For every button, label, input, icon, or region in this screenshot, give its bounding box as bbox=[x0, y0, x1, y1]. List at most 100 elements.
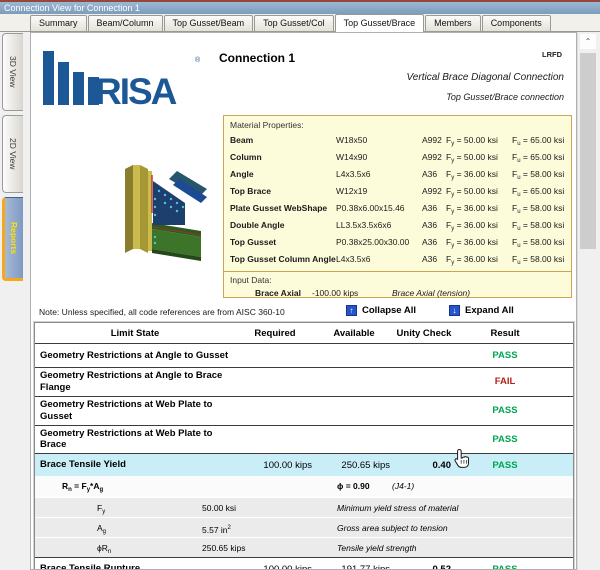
window-title: Connection View for Connection 1 bbox=[4, 3, 140, 13]
tab-strip: SummaryBeam/ColumnTop Gusset/BeamTop Gus… bbox=[0, 14, 600, 32]
material-properties-rows: BeamW18x50A992Fy = 50.00 ksiFu = 65.00 k… bbox=[224, 132, 571, 268]
side-tab-label: Reports bbox=[9, 222, 19, 254]
input-data-row: Brace Axial -100.00 kips Brace Axial (te… bbox=[224, 286, 571, 301]
detail-row: Fy50.00 ksiMinimum yield stress of mater… bbox=[35, 497, 573, 517]
material-shape: W12x19 bbox=[336, 183, 367, 200]
detail-description: Minimum yield stress of material bbox=[337, 498, 458, 518]
material-grade: A992 bbox=[422, 183, 442, 200]
risa-logo-text: RISA bbox=[95, 71, 175, 113]
vertical-scrollbar[interactable]: ⌃ bbox=[577, 32, 597, 570]
formula-code-ref: (J4-1) bbox=[392, 476, 414, 497]
side-tab-reports[interactable]: Reports bbox=[2, 197, 23, 281]
material-row-top-gusset-column-angle: Top Gusset Column AngleL4x3.5x6A36Fy = 3… bbox=[224, 251, 571, 268]
material-grade: A36 bbox=[422, 251, 437, 268]
limit-state-row-brace-tensile-yield[interactable]: Brace Tensile Yield100.00 kips250.65 kip… bbox=[35, 453, 573, 476]
brace-axial-label: Brace Axial bbox=[255, 286, 301, 301]
header-result: Result bbox=[455, 328, 555, 339]
material-shape: W18x50 bbox=[336, 132, 367, 149]
material-row-angle: AngleL4x3.5x6A36Fy = 36.00 ksiFu = 58.00… bbox=[224, 166, 571, 183]
connection-part-subtitle: Top Gusset/Brace connection bbox=[446, 92, 564, 102]
input-data-section: Input Data: Brace Axial -100.00 kips Bra… bbox=[224, 271, 571, 301]
detail-row: Ag5.57 in2Gross area subject to tension bbox=[35, 517, 573, 537]
material-label: Angle bbox=[230, 166, 254, 183]
header-available: Available bbox=[315, 328, 393, 339]
connection-title: Connection 1 bbox=[219, 51, 295, 65]
limit-state-result: PASS bbox=[455, 434, 555, 445]
material-grade: A992 bbox=[422, 132, 442, 149]
limit-state-row-geometry-restrictions-at-angle-to-brace-flange[interactable]: Geometry Restrictions at Angle to Brace … bbox=[35, 367, 573, 396]
expand-all-icon: ↓ bbox=[449, 305, 460, 316]
limit-state-unity-check: 0.52 bbox=[393, 564, 455, 570]
material-properties-panel: Material Properties: Beam W18x50 A992 Fy = … bbox=[223, 115, 572, 298]
material-shape: L4x3.5x6 bbox=[336, 251, 371, 268]
code-reference-note: Note: Unless specified, all code referen… bbox=[39, 307, 285, 317]
detail-row: ϕRn250.65 kipsTensile yield strength bbox=[35, 537, 573, 557]
limit-state-available: 250.65 kips bbox=[315, 460, 393, 471]
material-properties-title: Material Properties: bbox=[224, 116, 571, 132]
material-row-column: ColumnW14x90A992Fy = 50.00 ksiFu = 65.00… bbox=[224, 149, 571, 166]
expand-all-button[interactable]: ↓ Expand All bbox=[449, 305, 514, 316]
header-required: Required bbox=[235, 328, 315, 339]
material-grade: A36 bbox=[422, 200, 437, 217]
material-shape: P0.38x6.00x15.46 bbox=[336, 200, 405, 217]
tab-top-gusset-col[interactable]: Top Gusset/Col bbox=[254, 15, 334, 31]
material-label: Beam bbox=[230, 132, 253, 149]
material-label: Double Angle bbox=[230, 217, 284, 234]
limit-state-row-brace-tensile-rupture[interactable]: Brace Tensile Rupture100.00 kips191.77 k… bbox=[35, 557, 573, 570]
risa-logo: RISA ® bbox=[43, 49, 213, 111]
connection-type-subtitle: Vertical Brace Diagonal Connection bbox=[407, 72, 565, 83]
results-table-header: Limit State Required Available Unity Che… bbox=[35, 323, 573, 344]
material-shape: P0.38x25.00x30.00 bbox=[336, 234, 409, 251]
side-tab-2d-view[interactable]: 2D View bbox=[2, 115, 23, 193]
limit-state-row-geometry-restrictions-at-web-plate-to-brace[interactable]: Geometry Restrictions at Web Plate to Br… bbox=[35, 425, 573, 454]
scrollbar-up-icon[interactable]: ⌃ bbox=[580, 34, 596, 49]
tab-top-gusset-brace[interactable]: Top Gusset/Brace bbox=[335, 14, 425, 32]
limit-state-name: Geometry Restrictions at Web Plate to Br… bbox=[35, 426, 235, 454]
tab-summary[interactable]: Summary bbox=[30, 15, 87, 31]
side-tab-3d-view[interactable]: 3D View bbox=[2, 33, 23, 111]
material-grade: A36 bbox=[422, 166, 437, 183]
tab-members[interactable]: Members bbox=[425, 15, 481, 31]
formula-phi: ϕ = 0.90 bbox=[337, 476, 370, 497]
material-label: Top Gusset bbox=[230, 234, 276, 251]
design-code-label: LRFD bbox=[542, 50, 562, 59]
detail-value: 250.65 kips bbox=[202, 538, 245, 558]
limit-state-row-geometry-restrictions-at-web-plate-to-gusset[interactable]: Geometry Restrictions at Web Plate to Gu… bbox=[35, 396, 573, 425]
brace-axial-value: -100.00 kips bbox=[312, 286, 358, 301]
material-row-plate-gusset-webshape: Plate Gusset WebShape P0.38x6.00x15.46 A36… bbox=[224, 200, 571, 217]
material-fy: Fy = 36.00 ksi bbox=[446, 251, 498, 272]
limit-state-unity-check: 0.40 bbox=[393, 460, 455, 471]
limit-state-results-table: Limit State Required Available Unity Che… bbox=[34, 322, 574, 570]
limit-state-result: PASS bbox=[455, 405, 555, 416]
material-grade: A36 bbox=[422, 217, 437, 234]
scrollbar-thumb[interactable] bbox=[580, 53, 596, 249]
limit-state-row-geometry-restrictions-at-angle-to-gusset[interactable]: Geometry Restrictions at Angle to Gusset… bbox=[35, 344, 573, 367]
brace-axial-note: Brace Axial (tension) bbox=[392, 286, 470, 301]
material-fu: Fu = 58.00 ksi bbox=[512, 251, 564, 272]
material-shape: W14x90 bbox=[336, 149, 367, 166]
limit-state-result: PASS bbox=[455, 564, 555, 570]
collapse-all-button[interactable]: ↑ Collapse All bbox=[346, 305, 416, 316]
material-shape: L4x3.5x6 bbox=[336, 166, 371, 183]
side-tab-label: 3D View bbox=[8, 56, 18, 88]
material-label: Plate Gusset WebShape bbox=[230, 200, 327, 217]
limit-state-name: Brace Tensile Rupture bbox=[35, 561, 235, 570]
risa-logo-bars-icon bbox=[43, 51, 103, 105]
tab-top-gusset-beam[interactable]: Top Gusset/Beam bbox=[164, 15, 254, 31]
input-data-title: Input Data: bbox=[224, 272, 571, 286]
registered-mark: ® bbox=[195, 57, 200, 64]
material-shape: LL3.5x3.5x6x6 bbox=[336, 217, 391, 234]
material-label: Column bbox=[230, 149, 262, 166]
tab-beam-column[interactable]: Beam/Column bbox=[88, 15, 163, 31]
material-grade: A36 bbox=[422, 234, 437, 251]
side-tab-label: 2D View bbox=[8, 138, 18, 170]
material-label: Top Gusset Column Angle bbox=[230, 251, 336, 268]
material-grade: A992 bbox=[422, 149, 442, 166]
window-titlebar[interactable]: Connection View for Connection 1 bbox=[0, 0, 600, 14]
tab-components[interactable]: Components bbox=[482, 15, 551, 31]
collapse-all-icon: ↑ bbox=[346, 305, 357, 316]
material-label: Top Brace bbox=[230, 183, 271, 200]
limit-state-name: Geometry Restrictions at Web Plate to Gu… bbox=[35, 397, 235, 425]
detail-description: Gross area subject to tension bbox=[337, 518, 448, 538]
report-panel: RISA ® Connection 1 LRFD Vertical Brace … bbox=[30, 32, 577, 570]
